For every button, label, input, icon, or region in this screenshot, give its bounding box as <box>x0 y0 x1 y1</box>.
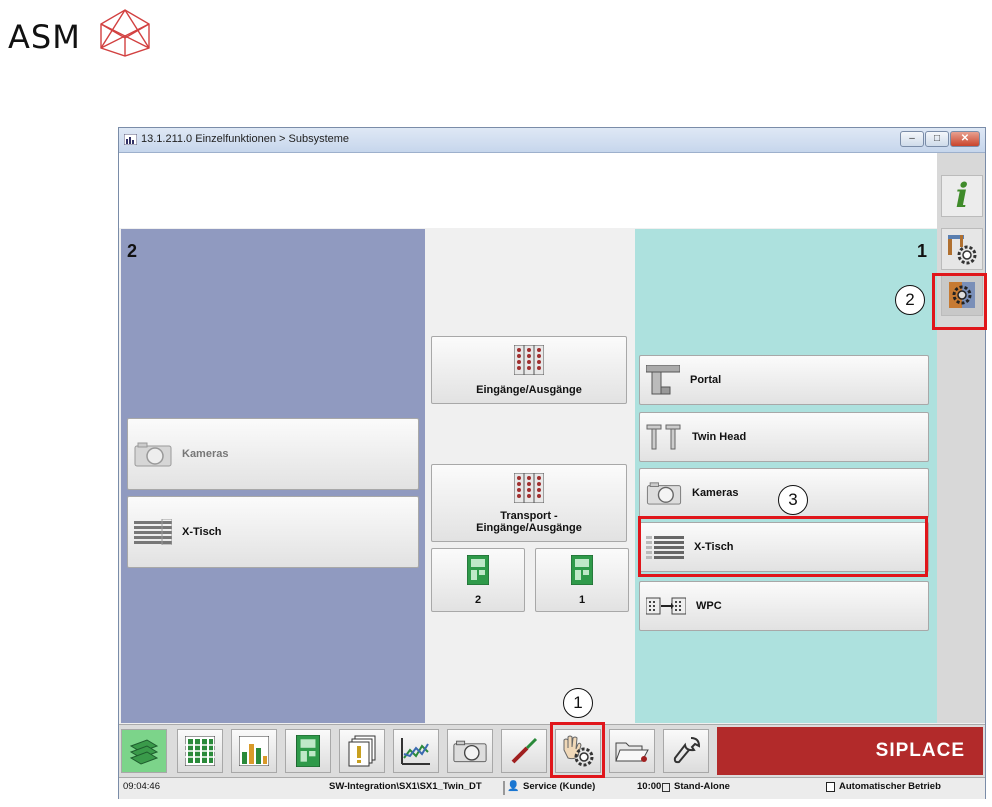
user-icon: 👤 <box>507 781 520 792</box>
close-button[interactable]: ✕ <box>950 131 980 147</box>
highlight-x-tisch <box>638 516 928 577</box>
conveyor-2-button[interactable]: 2 <box>431 548 525 612</box>
x-table-icon <box>134 519 172 545</box>
asm-logo-text: ASM <box>8 18 81 56</box>
asm-logo-icon <box>100 9 150 57</box>
camera-icon <box>134 441 172 467</box>
auto-mode-icon <box>826 782 835 792</box>
siplace-brand: SIPLACE <box>717 727 983 775</box>
board-icon <box>296 735 320 767</box>
io-matrix-icon <box>513 472 545 506</box>
wpc-label: WPC <box>696 600 722 612</box>
status-user: Service (Kunde) <box>523 781 596 792</box>
machine-icon <box>662 783 670 792</box>
chart-icon <box>401 738 430 765</box>
conveyor-2-label: 2 <box>474 593 482 606</box>
transport-io-button[interactable]: Transport - Eingänge/Ausgänge <box>431 464 627 542</box>
transport-io-label-line2: Eingänge/Ausgänge <box>476 521 582 534</box>
portal-button[interactable]: Portal <box>639 355 929 405</box>
status-separator <box>503 781 505 795</box>
board-icon <box>570 554 594 588</box>
conveyor-1-button[interactable]: 1 <box>535 548 629 612</box>
messages-button[interactable] <box>339 729 385 773</box>
feeder-grid-icon <box>185 736 215 766</box>
production-button[interactable] <box>121 729 167 773</box>
status-mode: Stand-Alone <box>674 781 730 792</box>
io-matrix-icon <box>513 344 545 378</box>
status-bar: 09:04:46 SW-Integration\SX1\SX1_Twin_DT … <box>119 777 985 799</box>
title-bar: 13.1.211.0 Einzelfunktionen > Subsysteme… <box>119 128 985 153</box>
service-button[interactable] <box>663 729 709 773</box>
camera-icon <box>453 740 487 763</box>
app-icon <box>124 134 137 145</box>
info-button[interactable]: i <box>941 175 983 217</box>
tools-button[interactable] <box>501 729 547 773</box>
status-clock: 10:00 <box>637 781 662 792</box>
machine-gear-icon <box>948 235 977 265</box>
side-1-panel: 1 Portal Twin Head Kameras X-Tisch WPC <box>635 229 937 723</box>
highlight-subsystems <box>932 273 987 330</box>
documents-icon <box>348 735 376 767</box>
status-operation: Automatischer Betrieb <box>839 781 941 792</box>
wpc-icon <box>646 596 686 616</box>
wpc-button[interactable]: WPC <box>639 581 929 631</box>
info-icon: i <box>955 176 969 216</box>
transport-io-label-line1: Transport - <box>500 509 558 522</box>
statistics-button[interactable] <box>231 729 277 773</box>
callout-2: 2 <box>895 285 925 315</box>
twin-head-label: Twin Head <box>692 431 747 443</box>
camera-icon <box>646 481 682 505</box>
board-icon <box>466 554 490 588</box>
side-2-x-tisch-button[interactable]: X-Tisch <box>127 496 419 568</box>
side-2-kameras-button: Kameras <box>127 418 419 490</box>
io-button[interactable]: Eingänge/Ausgänge <box>431 336 627 404</box>
tools-icon <box>511 737 538 764</box>
production-icon <box>129 739 159 765</box>
status-time: 09:04:46 <box>123 781 160 792</box>
io-label: Eingänge/Ausgänge <box>476 383 582 396</box>
feeder-setup-button[interactable] <box>177 729 223 773</box>
twin-head-button[interactable]: Twin Head <box>639 412 929 462</box>
open-file-button[interactable] <box>609 729 655 773</box>
status-path: SW-Integration\SX1\SX1_Twin_DT <box>329 781 482 792</box>
callout-3: 3 <box>778 485 808 515</box>
statistics-icon <box>239 736 269 766</box>
side-2-x-tisch-label: X-Tisch <box>182 526 222 538</box>
machine-config-button[interactable] <box>941 228 983 270</box>
folder-icon <box>615 742 649 762</box>
callout-1: 1 <box>563 688 593 718</box>
side-1-kameras-label: Kameras <box>692 487 739 499</box>
conveyor-1-label: 1 <box>578 593 586 606</box>
window-title: 13.1.211.0 Einzelfunktionen > Subsysteme <box>141 133 350 145</box>
portal-icon <box>646 365 680 395</box>
shared-panel: Eingänge/Ausgänge Transport - Eingänge/A… <box>425 229 635 723</box>
application-window: 13.1.211.0 Einzelfunktionen > Subsysteme… <box>118 127 986 799</box>
highlight-manual-functions <box>550 722 605 778</box>
trend-button[interactable] <box>393 729 439 773</box>
header-area <box>119 153 937 228</box>
portal-label: Portal <box>690 374 722 386</box>
minimize-button[interactable]: – <box>900 131 924 147</box>
wrench-icon <box>673 737 701 764</box>
twin-head-icon <box>646 424 682 450</box>
maximize-button[interactable]: □ <box>925 131 949 147</box>
board-view-button[interactable] <box>285 729 331 773</box>
side-1-number: 1 <box>917 241 928 261</box>
camera-button[interactable] <box>447 729 493 773</box>
side-2-panel: 2 Kameras X-Tisch <box>121 229 425 723</box>
side-2-number: 2 <box>127 241 138 261</box>
side-2-kameras-label: Kameras <box>182 448 229 460</box>
